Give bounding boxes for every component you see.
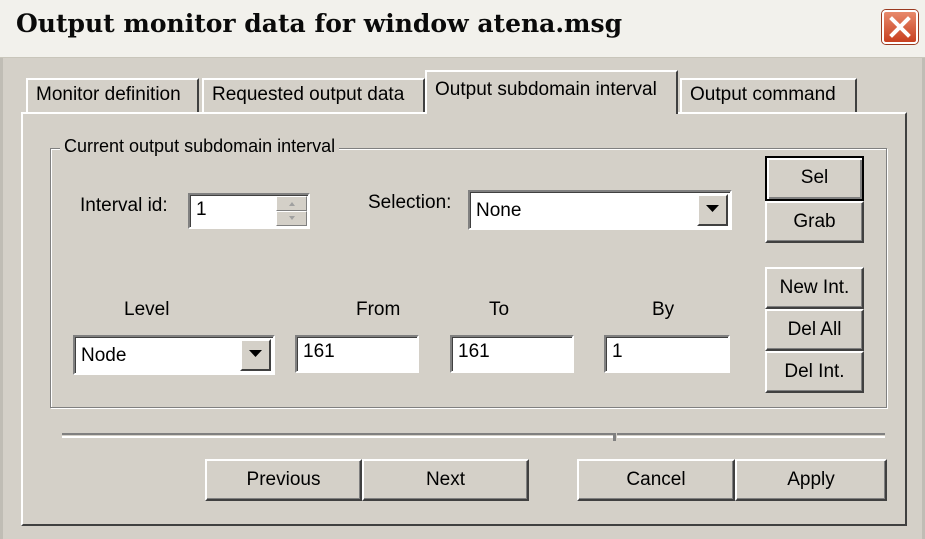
selection-dropdown[interactable]: None (468, 190, 732, 230)
cancel-button[interactable]: Cancel (577, 459, 735, 501)
interval-id-label: Interval id: (80, 195, 168, 216)
spinner-up-button[interactable] (276, 196, 307, 211)
sel-button[interactable]: Sel (765, 156, 864, 201)
group-legend: Current output subdomain interval (60, 136, 340, 157)
level-dropdown-button[interactable] (240, 339, 271, 371)
separator-right (617, 433, 885, 438)
spinner-down-button[interactable] (276, 211, 307, 226)
tab-requested-output-data[interactable]: Requested output data (202, 78, 425, 112)
tab-output-command[interactable]: Output command (680, 78, 857, 112)
apply-button[interactable]: Apply (735, 459, 887, 501)
close-icon (889, 16, 911, 38)
to-input[interactable]: 161 (450, 335, 574, 373)
spinner-up-icon (289, 202, 295, 206)
previous-button[interactable]: Previous (205, 459, 362, 501)
close-button[interactable] (882, 10, 918, 44)
from-column-label: From (356, 299, 401, 320)
to-column-label: To (489, 299, 510, 320)
selection-dropdown-button[interactable] (697, 194, 728, 226)
by-input[interactable]: 1 (604, 335, 730, 373)
chevron-down-icon (706, 205, 719, 212)
separator-tick (613, 433, 616, 441)
from-input[interactable]: 161 (295, 335, 419, 373)
level-column-label: Level (124, 299, 170, 320)
by-column-label: By (652, 299, 675, 320)
delete-interval-button[interactable]: Del Int. (765, 351, 864, 393)
window-title: Output monitor data for window atena.msg (16, 9, 623, 38)
tab-output-subdomain-interval[interactable]: Output subdomain interval (425, 70, 678, 114)
separator-left (62, 433, 615, 438)
new-interval-button[interactable]: New Int. (765, 267, 864, 309)
selection-label: Selection: (368, 192, 452, 213)
spinner-down-icon (289, 216, 295, 220)
chevron-down-icon (249, 350, 262, 357)
tab-monitor-definition[interactable]: Monitor definition (26, 78, 199, 112)
grab-button[interactable]: Grab (765, 201, 864, 243)
next-button[interactable]: Next (362, 459, 529, 501)
delete-all-button[interactable]: Del All (765, 309, 864, 351)
